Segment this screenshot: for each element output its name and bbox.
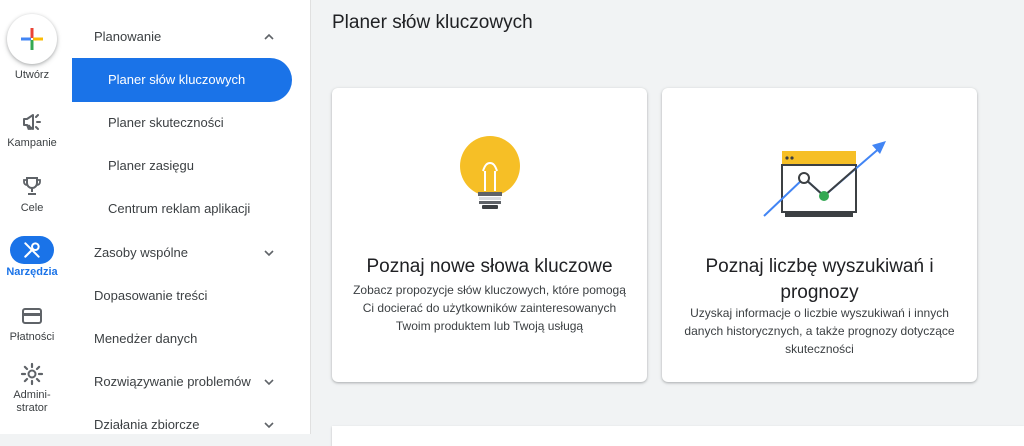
- chart-trend-icon: [763, 141, 886, 217]
- nav-section-content-suitability[interactable]: Dopasowanie treści: [72, 278, 310, 314]
- credit-card-icon: [22, 308, 42, 324]
- nav-section-troubleshooting[interactable]: Rozwiązywanie problemów: [72, 364, 310, 400]
- gear-icon: [20, 362, 44, 386]
- nav-section-shared-library[interactable]: Zasoby wspólne: [72, 235, 310, 271]
- nav-section-label: Planowanie: [94, 29, 162, 44]
- nav-item-performance-planner[interactable]: Planer skuteczności: [72, 105, 310, 141]
- nav-section-bulk-actions[interactable]: Działania zbiorcze: [72, 407, 310, 443]
- card-description: Zobacz propozycje słów kluczowych, które…: [353, 283, 626, 333]
- card-description: Uzyskaj informacje o liczbie wyszukiwań …: [684, 306, 955, 356]
- rail-active-indicator: [10, 236, 54, 264]
- megaphone-icon: [23, 114, 41, 130]
- chevron-down-icon: [264, 379, 274, 386]
- nav-item-label: Planer zasięgu: [108, 158, 194, 173]
- chevron-down-icon: [264, 422, 274, 429]
- nav-item-reach-planner[interactable]: Planer zasięgu: [72, 148, 310, 184]
- card-title: Poznaj liczbę wyszukiwań i prognozy: [705, 256, 934, 303]
- chevron-down-icon: [264, 250, 274, 257]
- create-label: Utwórz: [14, 69, 50, 81]
- tools-nav: Planowanie Planer słów kluczowych Planer…: [72, 0, 311, 434]
- main-content: Planer słów kluczowych Poznaj nowe słowa…: [310, 0, 1024, 446]
- nav-section-data-manager[interactable]: Menedżer danych: [72, 321, 310, 357]
- rail-label-campaigns: Kampanie: [7, 137, 57, 149]
- card-title: Poznaj nowe słowa kluczowe: [366, 256, 613, 277]
- nav-item-label: Centrum reklam aplikacji: [108, 201, 251, 216]
- nav-section-label: Zasoby wspólne: [94, 245, 188, 260]
- rail-label-tools: Narzędzia: [6, 266, 58, 278]
- discover-keywords-card[interactable]: Poznaj nowe słowa kluczowe Zobacz propoz…: [332, 88, 647, 382]
- nav-item-keyword-planner[interactable]: Planer słów kluczowych: [72, 58, 292, 102]
- create-button[interactable]: [7, 14, 57, 64]
- nav-item-label: Planer skuteczności: [108, 115, 224, 130]
- rail-label-goals: Cele: [20, 202, 44, 214]
- lightbulb-icon: [460, 136, 520, 209]
- page-title: Planer słów kluczowych: [332, 12, 533, 33]
- nav-item-app-advertising-hub[interactable]: Centrum reklam aplikacji: [72, 191, 310, 227]
- nav-section-label: Działania zbiorcze: [94, 417, 200, 432]
- tools-icon: [24, 242, 40, 258]
- nav-section-planning[interactable]: Planowanie: [72, 19, 310, 55]
- nav-section-label: Menedżer danych: [94, 331, 198, 346]
- rail-label-admin: Admini- strator: [13, 389, 51, 414]
- nav-section-label: Dopasowanie treści: [94, 288, 208, 303]
- chevron-up-icon: [264, 33, 274, 40]
- rail-label-billing: Płatności: [9, 331, 55, 343]
- nav-section-label: Rozwiązywanie problemów: [94, 374, 251, 389]
- plus-icon: [21, 28, 43, 50]
- left-rail: Utwórz Kampanie Cele Narzędzia Płatności…: [0, 0, 73, 434]
- search-volume-forecast-card[interactable]: Poznaj liczbę wyszukiwań i prognozy Uzys…: [662, 88, 977, 382]
- trophy-icon: [23, 177, 41, 195]
- content-card-partial: [332, 426, 1024, 446]
- nav-item-label: Planer słów kluczowych: [108, 72, 246, 87]
